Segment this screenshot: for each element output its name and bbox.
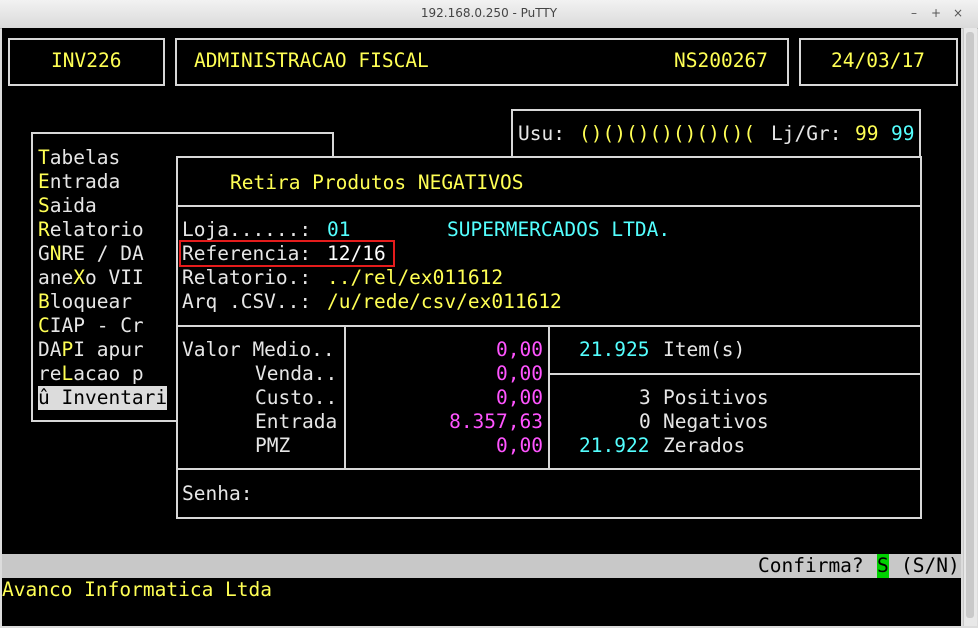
user-label: Usu: <box>518 122 565 145</box>
referencia-field[interactable]: 12/16 <box>327 242 386 266</box>
menu-label: I apur <box>73 338 144 361</box>
menu-hotkey: E <box>38 170 50 193</box>
menu-hotkey: P <box>61 338 74 361</box>
menu-label: DA <box>38 338 62 361</box>
menu-label: IAP - Cr <box>49 314 144 337</box>
loja-label: Loja......: <box>182 218 312 241</box>
positivos-label: Positivos <box>663 386 769 409</box>
menu-item[interactable]: aneXo VII <box>38 266 144 290</box>
menu-item[interactable]: Saida <box>38 194 97 218</box>
csv-field[interactable]: /u/rede/csv/ex011612 <box>327 290 562 314</box>
menu-label: nventari <box>73 386 168 409</box>
value-row-amount: 8.357,63 <box>449 410 543 433</box>
menu-label: elatorio <box>49 218 144 241</box>
store-value: 99 <box>855 122 879 145</box>
menu-hotkey: C <box>38 314 50 337</box>
value-row-amount: 0,00 <box>496 362 543 385</box>
loja-name: SUPERMERCADOS LTDA. <box>447 218 671 241</box>
menu-item[interactable]: Tabelas <box>38 146 120 170</box>
menu-hotkey: R <box>38 218 50 241</box>
title-bar[interactable]: 192.168.0.250 - PuTTY – + × <box>0 0 978 29</box>
positivos-count: 3 <box>639 386 651 409</box>
minimize-button[interactable]: – <box>906 5 922 21</box>
putty-window: 192.168.0.250 - PuTTY – + × INV226 ADMIN… <box>0 0 978 628</box>
dialog-divider <box>344 325 346 469</box>
valor-medio-label: Valor Medio.. <box>182 338 335 361</box>
value-row-label: PMZ <box>255 434 291 457</box>
value-row-amount: 0,00 <box>496 338 543 361</box>
menu-hotkey: S <box>38 194 50 217</box>
menu-item[interactable]: DAPI apur <box>38 338 144 362</box>
group-value: 99 <box>891 122 915 145</box>
menu-label: o VII <box>84 266 144 289</box>
scrollbar-thumb[interactable] <box>966 32 974 618</box>
menu-label: re <box>38 362 62 385</box>
items-label: Item(s) <box>663 338 746 361</box>
negativos-count: 0 <box>639 410 651 433</box>
menu-hotkey: L <box>61 362 74 385</box>
dialog-divider <box>548 373 922 375</box>
referencia-label: Referencia: <box>182 242 312 265</box>
menu-item[interactable]: GNRE / DA <box>38 242 144 266</box>
zerados-count: 21.922 <box>579 434 650 457</box>
menu-label: û <box>38 386 62 409</box>
menu-label: RE / DA <box>61 242 144 265</box>
menu-hotkey: T <box>38 146 50 169</box>
dialog-divider <box>548 325 550 469</box>
csv-label: Arq .CSV..: <box>182 290 312 313</box>
window-title: 192.168.0.250 - PuTTY <box>420 6 558 20</box>
value-row-label: Entrada <box>255 410 338 433</box>
menu-label: abelas <box>49 146 121 169</box>
menu-hotkey: N <box>49 242 62 265</box>
menu-item[interactable]: Bloquear <box>38 290 132 314</box>
system-code: NS200267 <box>674 49 768 72</box>
menu-hotkey: I <box>61 386 74 409</box>
menu-label: G <box>38 242 50 265</box>
confirm-label: Confirma? <box>758 554 864 577</box>
menu-item[interactable]: CIAP - Cr <box>38 314 144 338</box>
items-count: 21.925 <box>579 338 650 361</box>
value-row-amount: 0,00 <box>496 434 543 457</box>
menu-item[interactable]: Relatorio <box>38 218 144 242</box>
relatorio-label: Relatorio.: <box>182 266 312 289</box>
value-row-label: Venda.. <box>255 362 338 385</box>
menu-hotkey: X <box>73 266 85 289</box>
dialog-divider <box>176 205 922 207</box>
zerados-label: Zerados <box>663 434 746 457</box>
menu-item[interactable]: Entrada <box>38 170 120 194</box>
maximize-button[interactable]: + <box>928 5 944 21</box>
menu-item[interactable]: û Inventari <box>38 386 168 410</box>
negativos-label: Negativos <box>663 410 769 433</box>
senha-label: Senha: <box>182 482 253 505</box>
menu-label: aida <box>49 194 97 217</box>
program-code: INV226 <box>51 49 122 72</box>
value-row-label: Custo.. <box>255 386 338 409</box>
user-value: ()()()()()()()( <box>579 122 756 145</box>
scrollbar[interactable] <box>963 28 977 626</box>
date: 24/03/17 <box>831 49 925 72</box>
terminal-screen[interactable]: INV226 ADMINISTRACAO FISCAL NS200267 24/… <box>2 28 961 626</box>
close-button[interactable]: × <box>950 5 966 21</box>
loja-value[interactable]: 01 <box>327 218 350 242</box>
value-row-amount: 0,00 <box>496 386 543 409</box>
menu-hotkey: B <box>38 290 50 313</box>
company-name: Avanco Informatica Ltda <box>2 578 273 601</box>
system-name: ADMINISTRACAO FISCAL <box>194 49 429 72</box>
menu-label: acao p <box>73 362 144 385</box>
confirm-options: (S/N) <box>901 554 960 577</box>
dialog-title: Retira Produtos NEGATIVOS <box>230 171 524 194</box>
menu-item[interactable]: reLacao p <box>38 362 144 386</box>
menu-label: ane <box>38 266 74 289</box>
store-label: Lj/Gr: <box>771 122 842 145</box>
menu-label: loquear <box>49 290 132 313</box>
relatorio-field[interactable]: ../rel/ex011612 <box>327 266 503 290</box>
menu-label: ntrada <box>49 170 121 193</box>
confirm-input[interactable]: S <box>877 554 889 578</box>
